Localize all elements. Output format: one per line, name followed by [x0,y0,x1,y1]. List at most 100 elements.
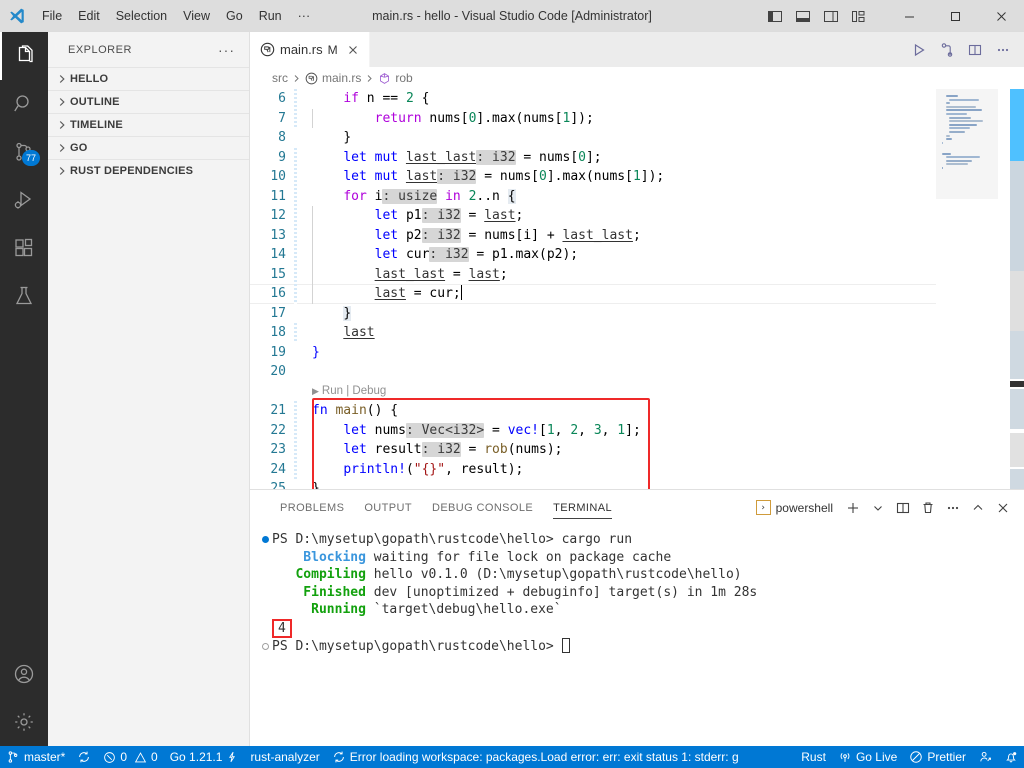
code-line[interactable]: 8 } [250,128,936,148]
overview-ruler-mark [1010,381,1024,387]
activity-item-accounts[interactable] [0,650,48,698]
status-sync[interactable] [71,746,97,768]
menu-bar[interactable]: File Edit Selection View Go Run ··· [34,0,318,31]
code-line[interactable]: 15 last_last = last; [250,265,936,285]
code-line[interactable]: 7 return nums[0].max(nums[1]); [250,109,936,129]
code-line[interactable]: 24 println!("{}", result); [250,460,936,480]
toggle-primary-sidebar-icon[interactable] [762,3,788,29]
code-editor[interactable]: 6 if n == 2 {7 return nums[0].max(nums[1… [250,89,1024,489]
toggle-panel-icon[interactable] [790,3,816,29]
activity-item-manage[interactable] [0,698,48,746]
terminal-cursor [561,637,570,653]
status-prettier[interactable]: Prettier [903,746,972,768]
status-go-version[interactable]: Go 1.21.1 [164,746,245,768]
menu-edit[interactable]: Edit [70,0,108,31]
menu-selection[interactable]: Selection [108,0,175,31]
editor-tabs: main.rs M [250,32,1024,67]
code-line[interactable]: 14 let cur: i32 = p1.max(p2); [250,245,936,265]
menu-view[interactable]: View [175,0,218,31]
tab-output[interactable]: OUTPUT [354,490,422,525]
activity-item-explorer[interactable] [0,32,48,80]
line-number: 11 [270,188,286,204]
sidebar-item-outline[interactable]: OUTLINE [48,90,249,113]
tab-debug-console[interactable]: DEBUG CONSOLE [422,490,543,525]
sidebar-item-hello[interactable]: HELLO [48,67,249,90]
activity-item-testing[interactable] [0,272,48,320]
overview-ruler[interactable] [1010,89,1024,489]
status-language-mode[interactable]: Rust [795,746,832,768]
menu-go[interactable]: Go [218,0,251,31]
terminal-line: Blocking waiting for file lock on packag… [250,549,1024,567]
terminal-selector[interactable]: › powershell [753,498,839,517]
breadcrumb-item-rob[interactable]: rob [378,71,413,85]
menu-more[interactable]: ··· [290,0,319,31]
status-notifications[interactable] [998,746,1024,768]
minimap-slider[interactable] [936,89,998,199]
activity-item-run-and-debug[interactable] [0,176,48,224]
code-line[interactable]: 12 let p1: i32 = last; [250,206,936,226]
tab-terminal[interactable]: TERMINAL [543,490,622,525]
code-line[interactable]: 11 for i: usize in 2..n { [250,187,936,207]
tab-problems[interactable]: PROBLEMS [270,490,354,525]
code-lines-container[interactable]: 6 if n == 2 {7 return nums[0].max(nums[1… [250,89,936,489]
status-rust-analyzer[interactable]: rust-analyzer [244,746,325,768]
code-line[interactable]: 21 fn main() { [250,401,936,421]
close-panel-icon[interactable] [992,497,1014,519]
indent-guide [312,108,313,128]
minimap[interactable] [936,89,1010,489]
code-token: = nums[ [476,169,540,184]
editor-more-actions-icon[interactable] [990,37,1016,63]
menu-run[interactable]: Run [251,0,290,31]
window-maximize-button[interactable] [932,0,978,32]
code-line[interactable]: 22 let nums: Vec<i32> = vec![1, 2, 3, 1]… [250,421,936,441]
tab-main-rs[interactable]: main.rs M [250,32,370,67]
code-line[interactable]: 10 let mut last: i32 = nums[0].max(nums[… [250,167,936,187]
window-close-button[interactable] [978,0,1024,32]
code-line[interactable]: 17 } [250,304,936,324]
terminal-output[interactable]: PS D:\mysetup\gopath\rustcode\hello> car… [250,525,1024,746]
toggle-secondary-sidebar-icon[interactable] [818,3,844,29]
new-terminal-icon[interactable] [842,497,864,519]
code-line[interactable]: 23 let result: i32 = rob(nums); [250,440,936,460]
chevron-right-icon [54,142,70,154]
status-problems[interactable]: 0 0 [97,746,163,768]
code-line[interactable]: 18 last [250,323,936,343]
code-line[interactable]: 19} [250,343,936,363]
menu-file[interactable]: File [34,0,70,31]
code-line[interactable]: 20 [250,362,936,382]
customize-layout-icon[interactable] [846,3,872,29]
panel-more-actions-icon[interactable] [942,497,964,519]
tab-close-icon[interactable] [347,44,359,56]
window-minimize-button[interactable] [886,0,932,32]
chevron-up-icon[interactable] [967,497,989,519]
activity-item-source-control[interactable]: 77 [0,128,48,176]
code-line[interactable]: 13 let p2: i32 = nums[i] + last_last; [250,226,936,246]
code-line[interactable]: 6 if n == 2 { [250,89,936,109]
run-code-icon[interactable] [906,37,932,63]
code-line[interactable]: 16 last = cur; [250,284,936,304]
git-graph-icon[interactable] [934,37,960,63]
activity-item-search[interactable] [0,80,48,128]
sidebar-more-actions-icon[interactable]: ··· [210,42,243,58]
kill-terminal-icon[interactable] [917,497,939,519]
code-line[interactable]: 9 let mut last_last: i32 = nums[0]; [250,148,936,168]
sidebar-item-rust-dependencies[interactable]: RUST DEPENDENCIES [48,159,249,182]
broadcast-icon [838,750,852,764]
status-workspace-error[interactable]: Error loading workspace: packages.Load e… [326,746,745,768]
codelens-debug-link[interactable]: Debug [352,382,386,402]
activity-item-extensions[interactable] [0,224,48,272]
run-debug-icon [12,188,36,212]
sidebar-item-go[interactable]: GO [48,136,249,159]
split-terminal-icon[interactable] [892,497,914,519]
terminal-dropdown-icon[interactable] [867,497,889,519]
breadcrumb-item-main-rs[interactable]: main.rs [305,71,361,85]
breadcrumb-item-src[interactable]: src [272,71,288,85]
codelens-run-link[interactable]: Run [322,382,343,402]
sidebar-item-timeline[interactable]: TIMELINE [48,113,249,136]
status-feedback[interactable] [972,746,998,768]
status-go-live[interactable]: Go Live [832,746,903,768]
status-branch[interactable]: master* [0,746,71,768]
code-line[interactable]: 25} [250,479,936,489]
split-editor-icon[interactable] [962,37,988,63]
codelens-run-debug[interactable]: ▶ Run | Debug [250,382,936,402]
